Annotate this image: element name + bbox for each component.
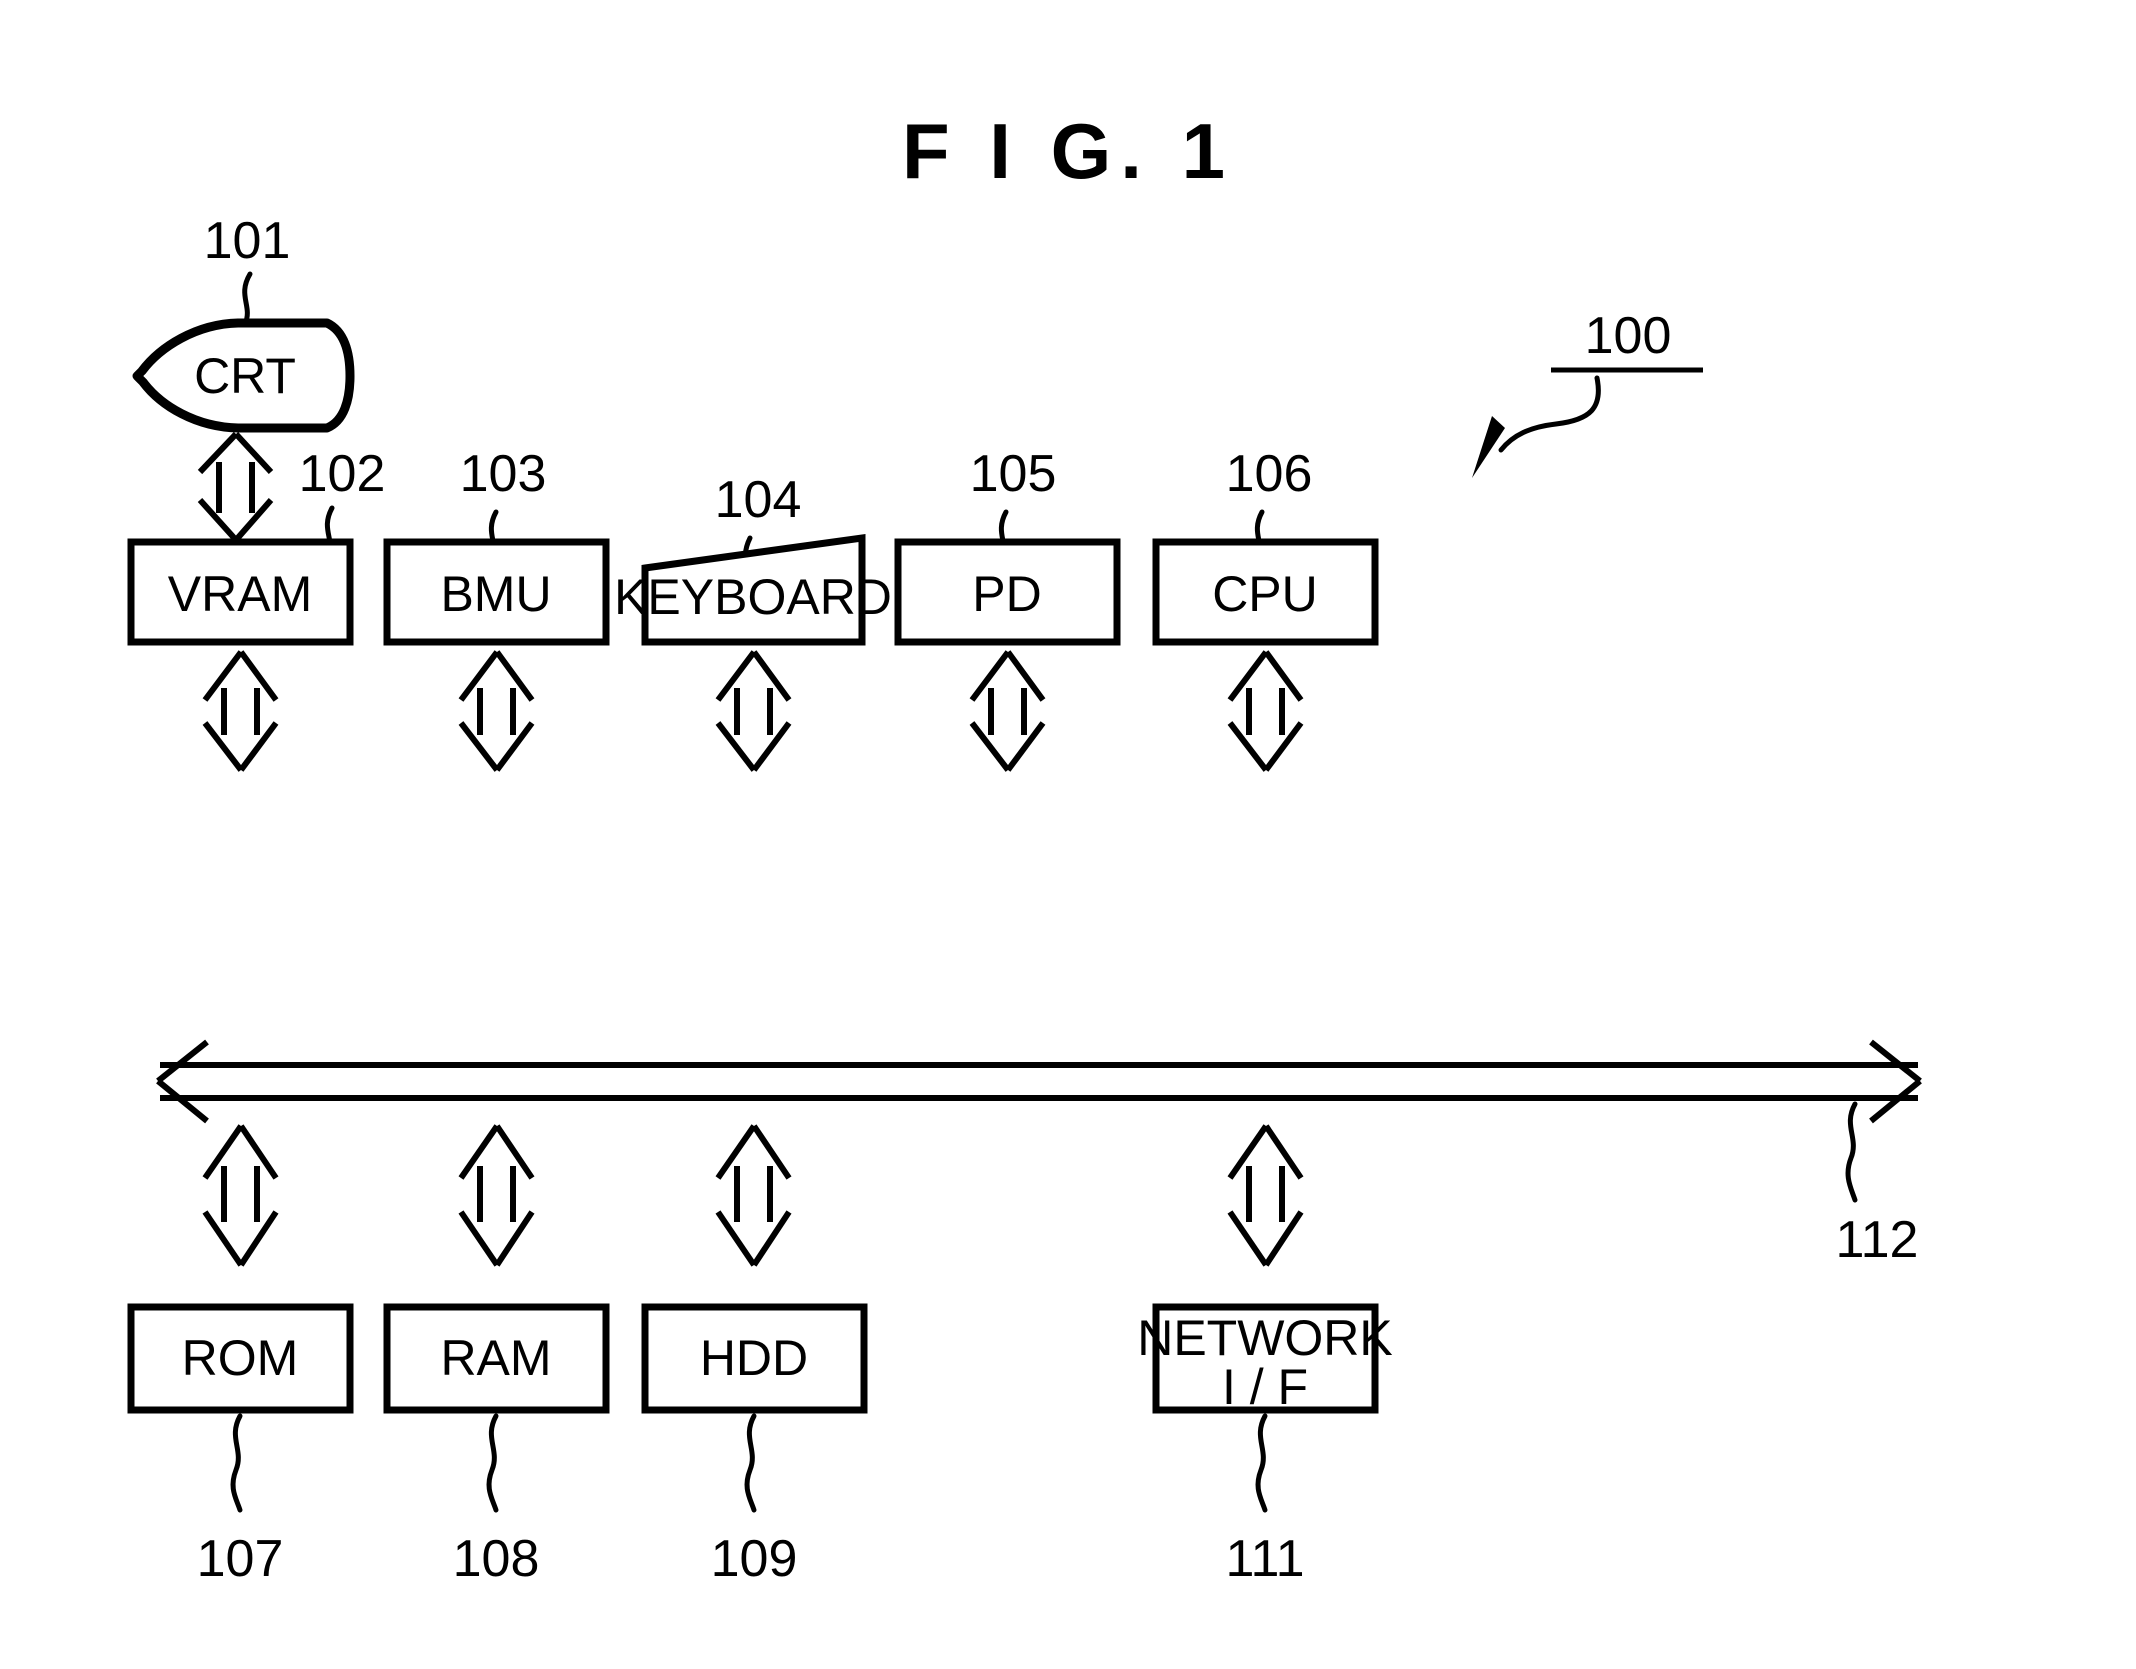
ref-number-107: 107 (197, 1530, 284, 1588)
figure-canvas: F I G. 1 100 101 CRT 102 103 104 105 106… (127, 107, 1922, 1588)
cpu-label: CPU (1212, 566, 1318, 622)
ref-100-leader-curve (1498, 375, 1601, 453)
ref-number-105: 105 (970, 445, 1057, 503)
connector-bus-network-if (1227, 1124, 1304, 1267)
figure-title: F I G. 1 (902, 107, 1234, 195)
crt-label: CRT (194, 348, 296, 404)
ref-number-109: 109 (711, 1530, 798, 1588)
ref-107-leader (230, 1413, 243, 1513)
system-bus (156, 1039, 1922, 1124)
ram-label: RAM (440, 1330, 551, 1386)
connector-bmu-bus (458, 650, 535, 772)
connector-bus-rom (202, 1124, 279, 1267)
ref-number-103: 103 (460, 445, 547, 503)
ref-number-102: 102 (299, 445, 386, 503)
network-if-label-line1: NETWORK (1137, 1310, 1393, 1366)
ref-number-106: 106 (1226, 445, 1313, 503)
rom-label: ROM (182, 1330, 299, 1386)
ref-100-arrowhead (1472, 416, 1505, 478)
ref-number-108: 108 (453, 1530, 540, 1588)
ref-number-111: 111 (1225, 1530, 1304, 1588)
ref-112-leader (1845, 1101, 1858, 1203)
ref-111-leader (1255, 1413, 1268, 1513)
ref-number-112: 112 (1836, 1211, 1919, 1269)
bmu-label: BMU (440, 566, 551, 622)
connector-cpu-bus (1227, 650, 1304, 772)
ref-108-leader (486, 1413, 499, 1513)
vram-label: VRAM (168, 566, 312, 622)
ref-number-101: 101 (204, 212, 291, 270)
hdd-label: HDD (700, 1330, 808, 1386)
connector-bus-hdd (715, 1124, 792, 1267)
connector-crt-vram (197, 431, 274, 543)
network-if-label-line2: I / F (1222, 1359, 1308, 1415)
pd-label: PD (972, 566, 1041, 622)
ref-number-104: 104 (715, 471, 802, 529)
connector-vram-bus (202, 650, 279, 772)
connector-keyboard-bus (715, 650, 792, 772)
patent-figure-1: F I G. 1 100 101 CRT 102 103 104 105 106… (0, 0, 2136, 1669)
connector-pd-bus (969, 650, 1046, 772)
ref-109-leader (744, 1413, 757, 1513)
ref-number-100: 100 (1585, 307, 1672, 365)
connector-bus-ram (458, 1124, 535, 1267)
keyboard-label: KEYBOARD (614, 569, 892, 625)
